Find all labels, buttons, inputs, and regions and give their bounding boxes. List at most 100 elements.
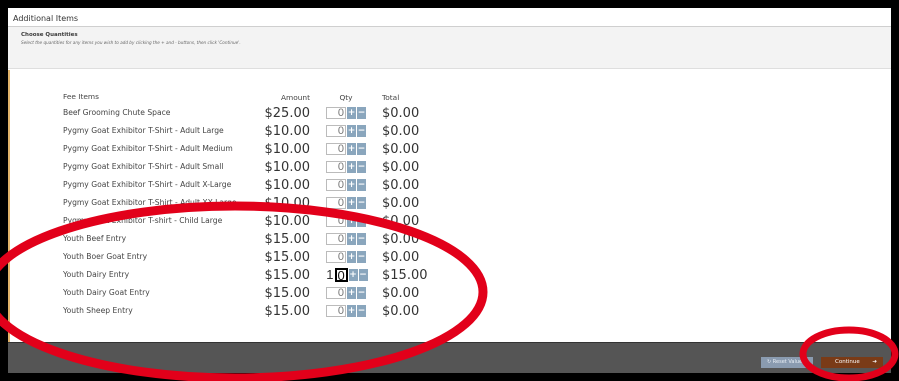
quantity-stepper: 0 + −: [326, 179, 366, 191]
minus-icon[interactable]: −: [357, 251, 366, 263]
fee-item-amount: $10.00: [264, 141, 311, 157]
section-title: Choose Quantities: [21, 32, 78, 38]
plus-icon[interactable]: +: [347, 179, 356, 191]
table-header-row: Fee Items Amount Qty Total: [63, 90, 442, 104]
quantity-input[interactable]: 0: [326, 233, 346, 245]
plus-icon[interactable]: +: [347, 287, 356, 299]
fee-item-total: $0.00: [382, 303, 420, 319]
minus-icon[interactable]: −: [357, 125, 366, 137]
plus-icon[interactable]: +: [347, 143, 356, 155]
fee-item-amount: $10.00: [264, 177, 311, 193]
quantity-input[interactable]: 0: [326, 305, 346, 317]
quantity-stepper: 0 + −: [326, 161, 366, 173]
fee-item-total: $0.00: [382, 159, 420, 175]
fee-item-amount: $10.00: [264, 123, 311, 139]
dialog-title: Additional Items: [8, 8, 891, 27]
qty-cell: 0 + −: [310, 284, 382, 302]
left-accent-rule: [8, 70, 10, 342]
plus-icon[interactable]: +: [348, 269, 358, 281]
reset-values-button[interactable]: ↻ Reset Values: [761, 357, 813, 368]
quantity-cursor[interactable]: 0: [334, 268, 348, 282]
quantity-stepper: 0 + −: [326, 305, 366, 317]
plus-icon[interactable]: +: [347, 125, 356, 137]
fee-item-amount: $15.00: [264, 231, 311, 247]
plus-icon[interactable]: +: [347, 107, 356, 119]
fee-item-total: $15.00: [382, 267, 428, 283]
fee-item-amount: $25.00: [264, 105, 311, 121]
fee-item-total: $0.00: [382, 249, 420, 265]
table-row: Youth Boer Goat Entry $15.00 0 + − $0.00: [63, 248, 442, 266]
quantity-stepper: 0 + −: [326, 233, 366, 245]
plus-icon[interactable]: +: [347, 233, 356, 245]
minus-icon[interactable]: −: [357, 215, 366, 227]
fee-item-total: $0.00: [382, 285, 420, 301]
table-row: Youth Sheep Entry $15.00 0 + − $0.00: [63, 302, 442, 320]
qty-cell: 1 0 + −: [310, 266, 382, 284]
fee-item-name: Youth Beef Entry: [63, 233, 127, 243]
plus-icon[interactable]: +: [347, 215, 356, 227]
plus-icon[interactable]: +: [347, 197, 356, 209]
fee-item-name: Pygmy Goat Exhibitor T-Shirt - Adult X-L…: [63, 179, 232, 189]
qty-cell: 0 + −: [310, 212, 382, 230]
minus-icon[interactable]: −: [358, 269, 368, 281]
qty-cell: 0 + −: [310, 194, 382, 212]
quantity-input[interactable]: 0: [326, 125, 346, 137]
qty-cell: 0 + −: [310, 104, 382, 122]
fee-item-name: Beef Grooming Chute Space: [63, 107, 171, 117]
table-row: Youth Beef Entry $15.00 0 + − $0.00: [63, 230, 442, 248]
fee-item-name: Youth Sheep Entry: [63, 305, 133, 315]
qty-cell: 0 + −: [310, 176, 382, 194]
minus-icon[interactable]: −: [357, 161, 366, 173]
minus-icon[interactable]: −: [357, 305, 366, 317]
plus-icon[interactable]: +: [347, 161, 356, 173]
minus-icon[interactable]: −: [357, 179, 366, 191]
qty-cell: 0 + −: [310, 248, 382, 266]
plus-icon[interactable]: +: [347, 251, 356, 263]
fee-item-total: $0.00: [382, 141, 420, 157]
quantity-input[interactable]: 0: [326, 287, 346, 299]
table-row: Pygmy Goat Exhibitor T-Shirt - Adult Med…: [63, 140, 442, 158]
fee-item-name: Youth Dairy Entry: [63, 269, 130, 279]
fee-item-amount: $15.00: [264, 303, 311, 319]
fee-item-name: Pygmy Goat Exhibitor T-Shirt - Adult Med…: [63, 143, 233, 153]
minus-icon[interactable]: −: [357, 233, 366, 245]
section-instructions: Select the quantities for any items you …: [21, 40, 241, 45]
fee-item-name: Pygmy Goat Exhibitor T-Shirt - Adult Sma…: [63, 161, 224, 171]
minus-icon[interactable]: −: [357, 107, 366, 119]
minus-icon[interactable]: −: [357, 287, 366, 299]
dialog-footer: ↻ Reset Values Continue ➔: [8, 342, 891, 373]
plus-icon[interactable]: +: [347, 305, 356, 317]
additional-items-dialog: Additional Items Choose Quantities Selec…: [8, 8, 891, 373]
quantity-input[interactable]: 0: [326, 107, 346, 119]
choose-quantities-panel: Choose Quantities Select the quantities …: [8, 27, 891, 69]
header-fee-items: Fee Items: [63, 91, 99, 101]
quantity-input[interactable]: 0: [326, 143, 346, 155]
quantity-input[interactable]: 1: [324, 268, 335, 281]
table-row: Pygmy Goat Exhibitor T-Shirt - Adult XX-…: [63, 194, 442, 212]
header-amount: Amount: [280, 92, 310, 102]
table-row: Pygmy Goat Exhibitor T-Shirt - Adult Lar…: [63, 122, 442, 140]
fee-item-name: Youth Dairy Goat Entry: [63, 287, 150, 297]
minus-icon[interactable]: −: [357, 197, 366, 209]
minus-icon[interactable]: −: [357, 143, 366, 155]
fee-item-total: $0.00: [382, 123, 420, 139]
table-row: Pygmy Goat Exhibitor T-Shirt - Adult X-L…: [63, 176, 442, 194]
quantity-input[interactable]: 0: [326, 179, 346, 191]
qty-cell: 0 + −: [310, 302, 382, 320]
quantity-input[interactable]: 0: [326, 251, 346, 263]
fee-item-total: $0.00: [382, 105, 420, 121]
continue-button[interactable]: Continue ➔: [821, 357, 883, 368]
quantity-input[interactable]: 0: [326, 161, 346, 173]
table-row: Beef Grooming Chute Space $25.00 0 + − $0.00: [63, 104, 442, 122]
fee-item-total: $0.00: [382, 231, 420, 247]
fee-item-amount: $10.00: [264, 159, 311, 175]
quantity-stepper: 0 + −: [326, 215, 366, 227]
qty-cell: 0 + −: [310, 230, 382, 248]
qty-cell: 0 + −: [310, 140, 382, 158]
quantity-input[interactable]: 0: [326, 197, 346, 209]
quantity-input[interactable]: 0: [326, 215, 346, 227]
fee-item-total: $0.00: [382, 195, 420, 211]
fee-item-amount: $10.00: [264, 213, 311, 229]
quantity-stepper: 0 + −: [326, 143, 366, 155]
fee-item-amount: $15.00: [264, 249, 311, 265]
